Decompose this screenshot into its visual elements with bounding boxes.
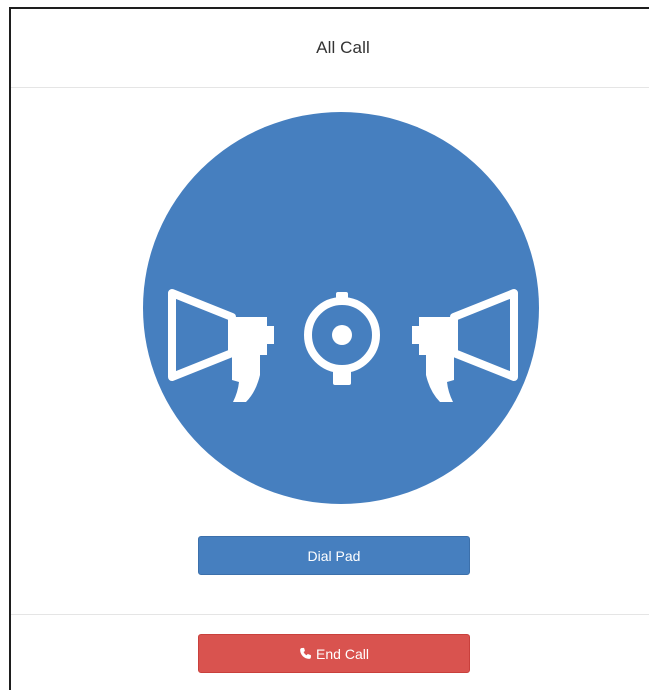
dial-pad-button[interactable]: Dial Pad xyxy=(198,536,470,575)
panel-header: All Call xyxy=(11,9,649,88)
call-panel: All Call Dial Pad End Call xyxy=(9,7,649,690)
phone-icon xyxy=(299,647,312,660)
panel-footer: End Call xyxy=(11,614,649,693)
call-body: Dial Pad xyxy=(11,88,649,614)
end-call-button[interactable]: End Call xyxy=(198,634,470,673)
page-title: All Call xyxy=(316,38,370,57)
all-call-graphic xyxy=(143,112,539,504)
end-call-label: End Call xyxy=(316,645,369,662)
megaphones-broadcast-icon xyxy=(168,289,518,402)
dial-pad-label: Dial Pad xyxy=(307,547,361,564)
